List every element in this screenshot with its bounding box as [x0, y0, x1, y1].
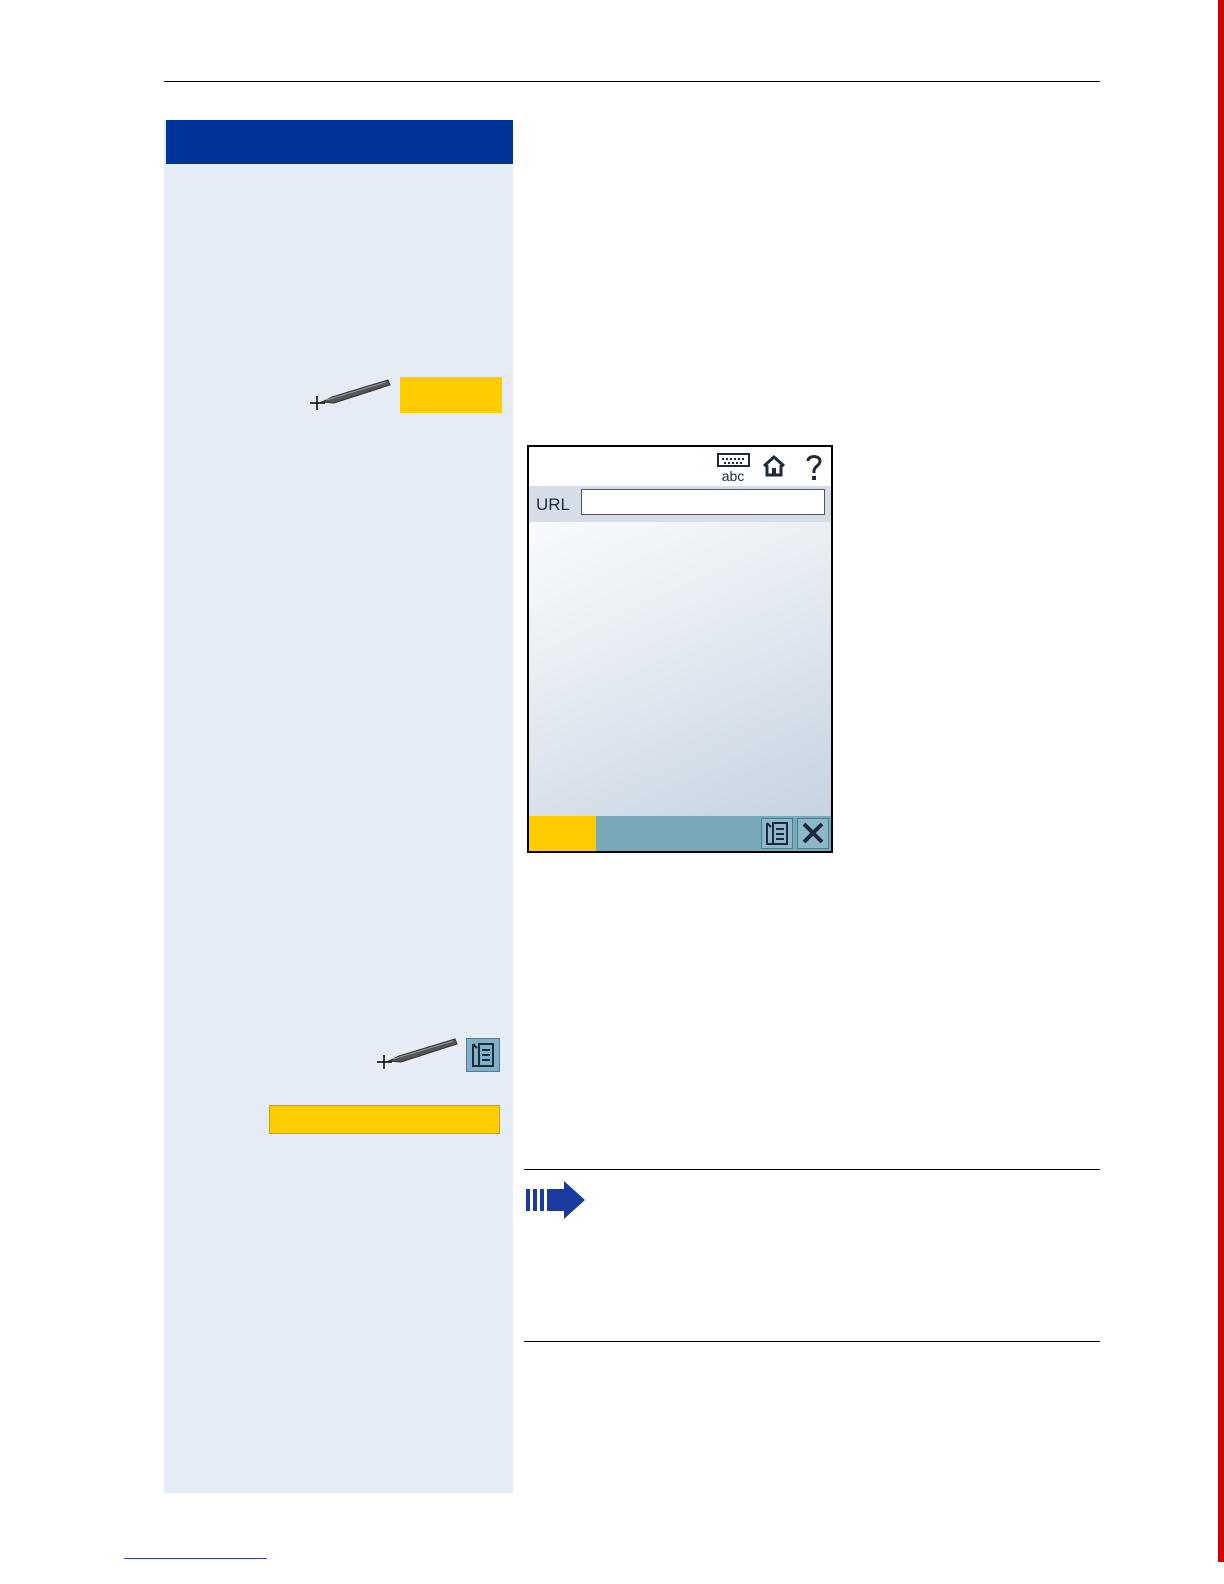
note-top-rule: [524, 1169, 1100, 1170]
url-input[interactable]: [581, 489, 825, 515]
instruction-column: [164, 120, 513, 1493]
header-rule: [164, 81, 1100, 82]
stylus-icon: [377, 1038, 458, 1069]
stylus-icon: [310, 379, 391, 410]
footer-link-rule: [124, 1558, 267, 1559]
menu-icon[interactable]: [466, 1038, 500, 1072]
left-softkey[interactable]: [529, 816, 596, 851]
help-icon[interactable]: [803, 452, 825, 482]
url-label: URL: [536, 495, 571, 514]
home-icon[interactable]: [761, 454, 787, 478]
browser-content-area: [529, 522, 831, 816]
menu-icon[interactable]: [761, 818, 793, 849]
softkey-highlight[interactable]: [400, 377, 502, 413]
close-icon[interactable]: [797, 818, 829, 849]
keyboard-abc-icon[interactable]: abc: [717, 451, 751, 483]
svg-text:abc: abc: [722, 468, 745, 483]
menu-option-highlight[interactable]: [269, 1105, 500, 1134]
note-bottom-rule: [524, 1341, 1100, 1342]
phone-browser-screen: abc URL: [527, 445, 833, 853]
column-heading-bar: [166, 120, 513, 164]
page-edge-marker: [1218, 0, 1224, 1562]
note-arrow-icon: [526, 1181, 585, 1219]
